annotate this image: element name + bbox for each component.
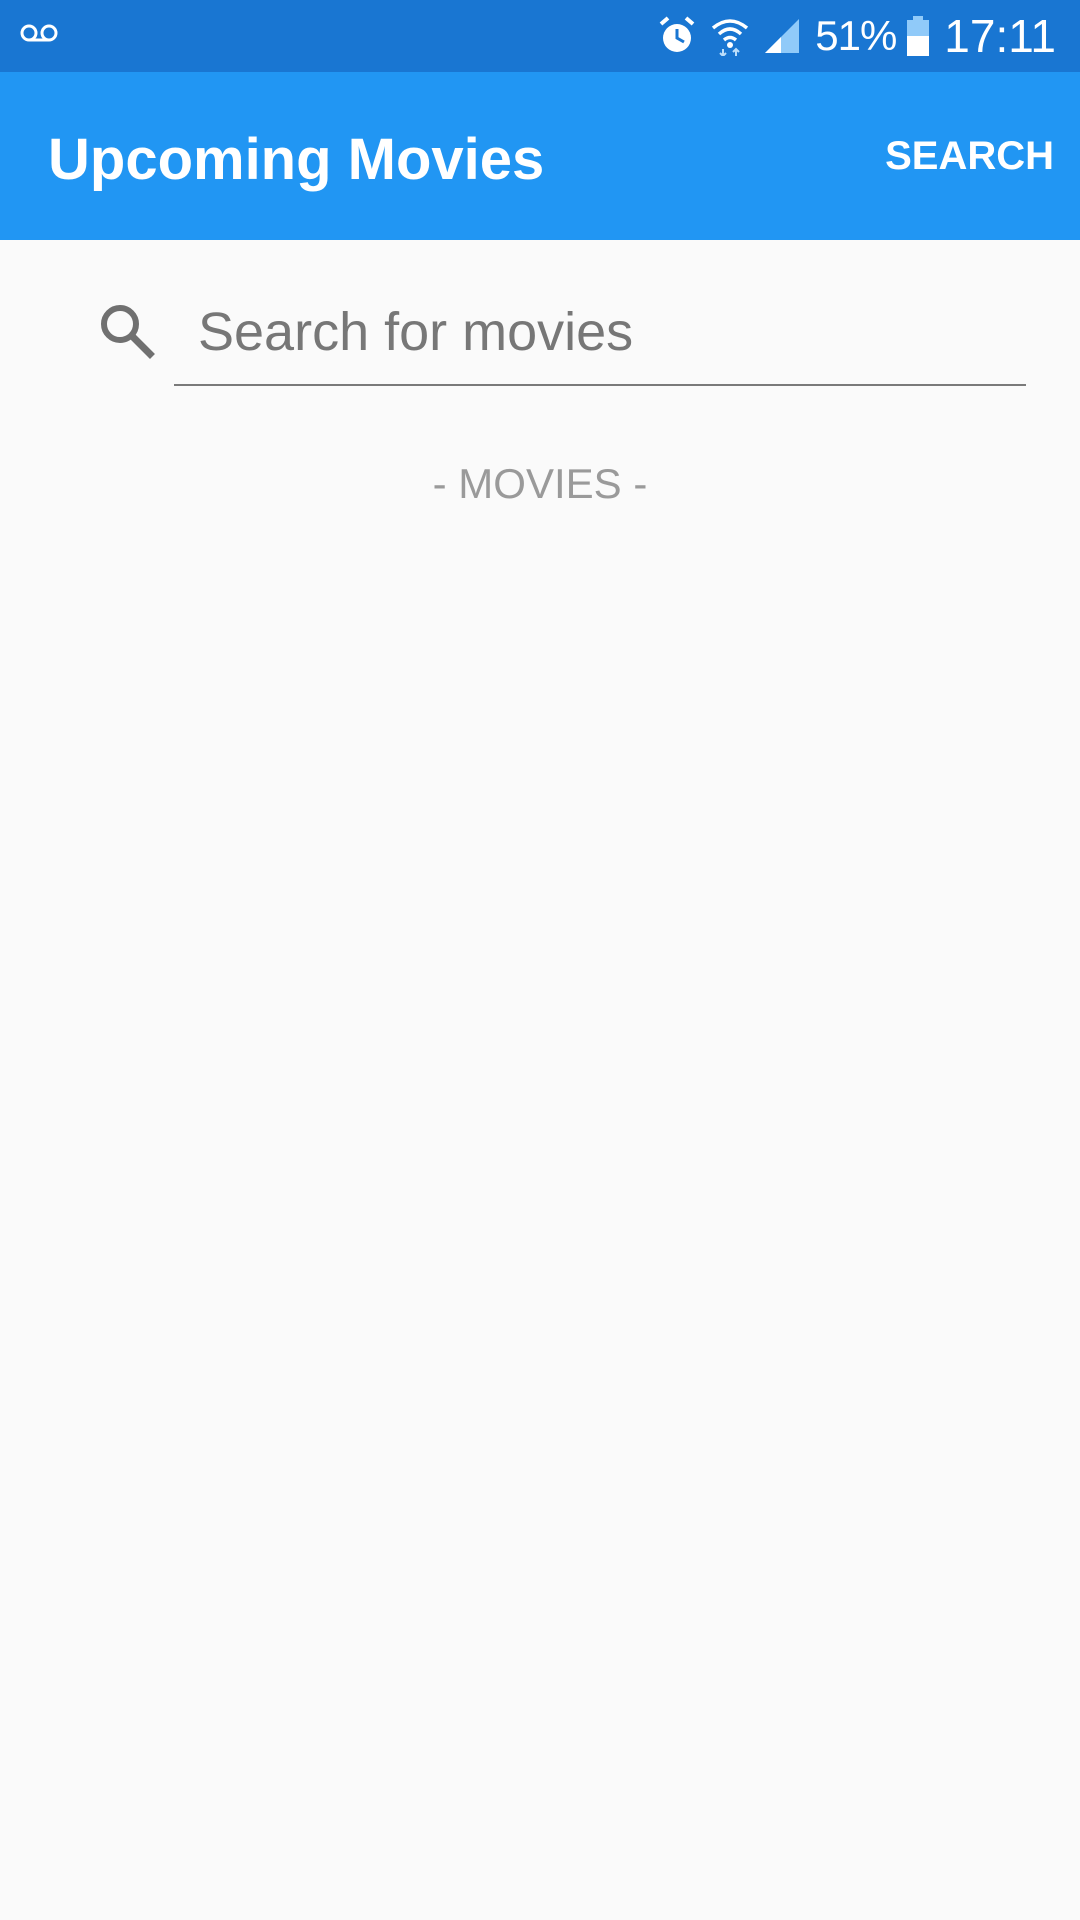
page-title: Upcoming Movies [48, 127, 545, 192]
alarm-icon [659, 16, 695, 52]
cell-signal-icon [765, 19, 800, 53]
search-input[interactable] [174, 280, 1026, 386]
section-label-movies: - MOVIES - [432, 460, 648, 507]
search-button[interactable]: SEARCH [885, 134, 1054, 179]
wifi-icon [712, 19, 749, 56]
search-icon [101, 305, 155, 359]
app-bar: Upcoming Movies SEARCH [0, 72, 1080, 240]
search-bar [0, 240, 1080, 390]
status-time: 17:11 [944, 10, 1056, 62]
battery-percent: 51% [815, 12, 897, 59]
voicemail-icon [20, 24, 58, 42]
status-icons: 51% 17:11 [657, 0, 1056, 72]
status-bar: 51% 17:11 [0, 0, 1080, 72]
battery-icon [907, 16, 930, 56]
